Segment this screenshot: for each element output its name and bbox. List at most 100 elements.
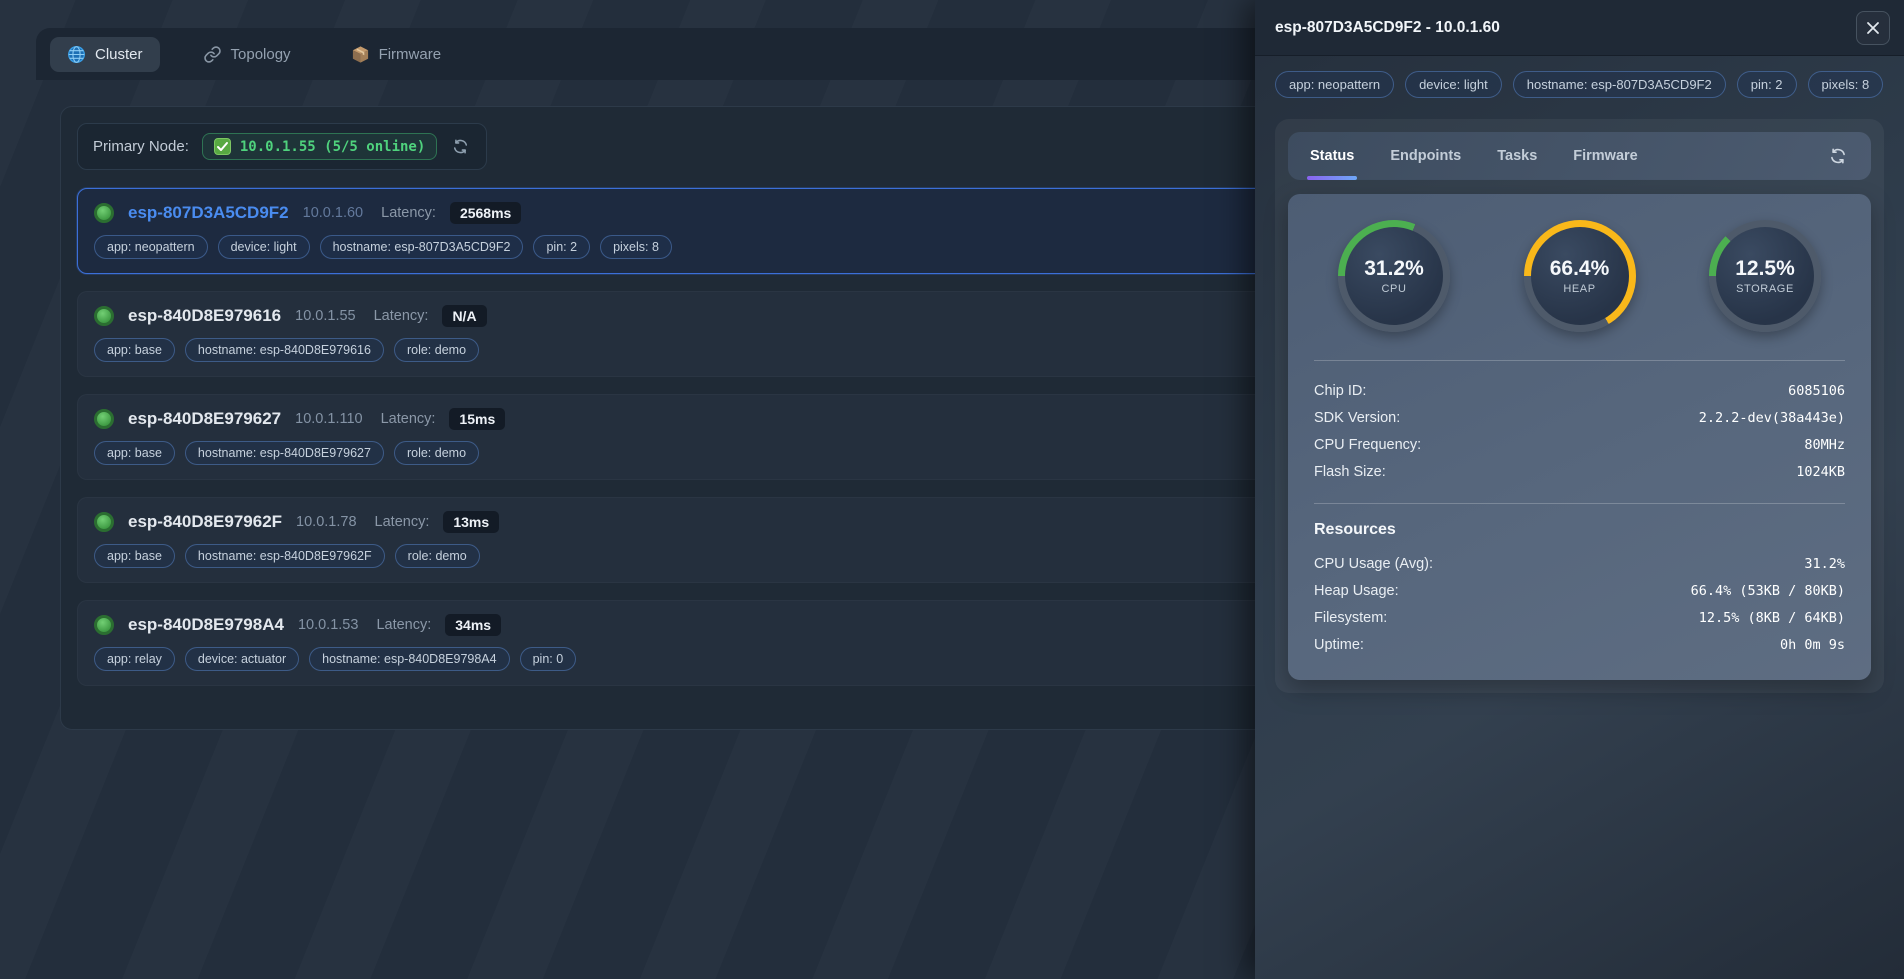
- info-value: 0h 0m 9s: [1780, 637, 1845, 653]
- latency-value: 13ms: [443, 511, 499, 533]
- gauges-row: 31.2% CPU 66.4% HEAP 12.5% STORAGE: [1314, 220, 1845, 332]
- toolbar-tab-label: Firmware: [379, 46, 442, 63]
- latency-value: 2568ms: [450, 202, 521, 224]
- refresh-status-button[interactable]: [1827, 145, 1849, 167]
- package-icon: [351, 45, 370, 64]
- node-name: esp-840D8E9798A4: [128, 615, 284, 635]
- info-label: Uptime:: [1314, 637, 1364, 653]
- latency-label: Latency:: [374, 308, 429, 324]
- tag-pill: app: neopattern: [1275, 71, 1394, 98]
- status-card: 31.2% CPU 66.4% HEAP 12.5% STORAGE Chip …: [1288, 194, 1871, 680]
- toolbar-tab-firmware[interactable]: Firmware: [334, 37, 459, 72]
- toolbar-tab-topology[interactable]: Topology: [186, 37, 308, 72]
- gauge-value: 66.4%: [1550, 257, 1610, 281]
- detail-tab-status[interactable]: Status: [1310, 132, 1354, 180]
- tag-pill: pin: 0: [520, 647, 577, 671]
- info-label: SDK Version:: [1314, 410, 1400, 426]
- latency-label: Latency:: [381, 205, 436, 221]
- node-ip: 10.0.1.55: [295, 308, 355, 324]
- toolbar-tabs: Cluster Topology Firmware: [50, 37, 458, 72]
- link-icon: [203, 45, 222, 64]
- detail-tab-tasks[interactable]: Tasks: [1497, 132, 1537, 180]
- globe-icon: [67, 45, 86, 64]
- chip-info-rows: Chip ID: 6085106 SDK Version: 2.2.2-dev(…: [1314, 377, 1845, 485]
- latency-value: 34ms: [445, 614, 501, 636]
- tag-pill: app: neopattern: [94, 235, 208, 259]
- toolbar-tab-label: Cluster: [95, 46, 143, 63]
- info-label: CPU Usage (Avg):: [1314, 556, 1433, 572]
- node-detail-panel: esp-807D3A5CD9F2 - 10.0.1.60 app: neopat…: [1255, 0, 1904, 979]
- check-icon: [214, 138, 231, 155]
- info-row: SDK Version: 2.2.2-dev(38a443e): [1314, 404, 1845, 431]
- tag-pill: hostname: esp-840D8E979616: [185, 338, 384, 362]
- gauge-value: 12.5%: [1735, 257, 1795, 281]
- info-label: CPU Frequency:: [1314, 437, 1421, 453]
- tag-pill: device: actuator: [185, 647, 299, 671]
- info-value: 12.5% (8KB / 64KB): [1699, 610, 1845, 626]
- detail-panel-title: esp-807D3A5CD9F2 - 10.0.1.60: [1275, 19, 1500, 37]
- tag-pill: app: base: [94, 441, 175, 465]
- info-row: Flash Size: 1024KB: [1314, 458, 1845, 485]
- latency-value: N/A: [442, 305, 486, 327]
- latency-label: Latency:: [381, 411, 436, 427]
- detail-panel-tags: app: neopatterndevice: lighthostname: es…: [1255, 56, 1904, 98]
- tag-pill: device: light: [218, 235, 310, 259]
- node-name: esp-840D8E97962F: [128, 512, 282, 532]
- tag-pill: pin: 2: [1737, 71, 1797, 98]
- primary-node-label: Primary Node:: [93, 138, 189, 155]
- online-status-icon: [94, 203, 114, 223]
- tag-pill: role: demo: [394, 441, 479, 465]
- info-row: CPU Usage (Avg): 31.2%: [1314, 550, 1845, 577]
- node-ip: 10.0.1.53: [298, 617, 358, 633]
- resource-rows: CPU Usage (Avg): 31.2% Heap Usage: 66.4%…: [1314, 550, 1845, 658]
- gauge-value: 31.2%: [1364, 257, 1424, 281]
- gauge-label: HEAP: [1563, 283, 1595, 295]
- latency-value: 15ms: [449, 408, 505, 430]
- online-status-icon: [94, 409, 114, 429]
- tag-pill: role: demo: [394, 338, 479, 362]
- detail-tab-firmware[interactable]: Firmware: [1573, 132, 1637, 180]
- detail-tab-bar: Status Endpoints Tasks Firmware: [1288, 132, 1871, 180]
- info-row: CPU Frequency: 80MHz: [1314, 431, 1845, 458]
- online-status-icon: [94, 306, 114, 326]
- node-name: esp-840D8E979627: [128, 409, 281, 429]
- tag-pill: app: base: [94, 338, 175, 362]
- info-row: Filesystem: 12.5% (8KB / 64KB): [1314, 604, 1845, 631]
- info-value: 2.2.2-dev(38a443e): [1699, 410, 1845, 426]
- info-label: Filesystem:: [1314, 610, 1387, 626]
- online-status-icon: [94, 512, 114, 532]
- info-value: 66.4% (53KB / 80KB): [1691, 583, 1845, 599]
- info-row: Chip ID: 6085106: [1314, 377, 1845, 404]
- info-label: Flash Size:: [1314, 464, 1386, 480]
- toolbar-tab-label: Topology: [231, 46, 291, 63]
- info-row: Uptime: 0h 0m 9s: [1314, 631, 1845, 658]
- primary-node-bar: Primary Node: 10.0.1.55 (5/5 online): [77, 123, 487, 170]
- gauge-heap: 66.4% HEAP: [1524, 220, 1636, 332]
- primary-node-status: 10.0.1.55 (5/5 online): [240, 139, 425, 155]
- latency-label: Latency:: [375, 514, 430, 530]
- info-value: 1024KB: [1796, 464, 1845, 480]
- tag-pill: pixels: 8: [600, 235, 672, 259]
- gauge-cpu: 31.2% CPU: [1338, 220, 1450, 332]
- tag-pill: app: base: [94, 544, 175, 568]
- node-ip: 10.0.1.110: [295, 411, 362, 427]
- refresh-icon: [452, 138, 469, 155]
- refresh-cluster-button[interactable]: [450, 136, 471, 157]
- divider: [1314, 503, 1845, 504]
- info-row: Heap Usage: 66.4% (53KB / 80KB): [1314, 577, 1845, 604]
- online-status-icon: [94, 615, 114, 635]
- node-name: esp-807D3A5CD9F2: [128, 203, 289, 223]
- detail-tab-endpoints[interactable]: Endpoints: [1390, 132, 1461, 180]
- info-value: 6085106: [1788, 383, 1845, 399]
- info-value: 80MHz: [1804, 437, 1845, 453]
- node-name: esp-840D8E979616: [128, 306, 281, 326]
- gauge-label: STORAGE: [1736, 283, 1794, 295]
- gauge-storage: 12.5% STORAGE: [1709, 220, 1821, 332]
- tag-pill: device: light: [1405, 71, 1502, 98]
- tag-pill: hostname: esp-840D8E97962F: [185, 544, 385, 568]
- resources-heading: Resources: [1314, 521, 1845, 539]
- info-label: Heap Usage:: [1314, 583, 1399, 599]
- toolbar-tab-cluster[interactable]: Cluster: [50, 37, 160, 72]
- close-panel-button[interactable]: [1856, 11, 1890, 45]
- detail-panel-header: esp-807D3A5CD9F2 - 10.0.1.60: [1255, 0, 1904, 56]
